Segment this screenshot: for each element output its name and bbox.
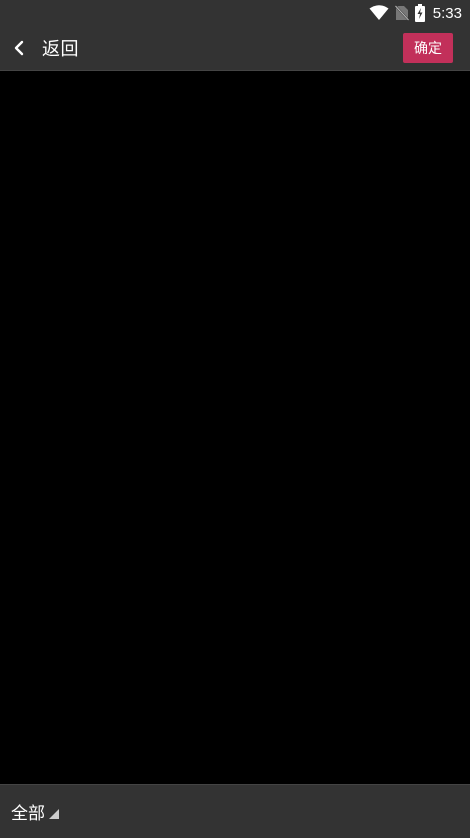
chevron-left-icon [10, 39, 28, 57]
status-time: 5:33 [432, 4, 462, 22]
battery-charging-icon [414, 4, 425, 22]
bottom-bar: 全部 [0, 784, 470, 838]
wifi-icon [369, 5, 389, 21]
app-bar: 返回 确定 [0, 26, 470, 71]
media-preview-area [0, 71, 470, 784]
confirm-button[interactable]: 确定 [403, 33, 453, 63]
back-button[interactable]: 返回 [10, 26, 79, 70]
album-filter-label: 全部 [11, 804, 45, 824]
back-label: 返回 [42, 39, 79, 60]
status-bar: 5:33 [0, 0, 470, 26]
album-filter-dropdown[interactable]: 全部 [11, 785, 59, 838]
dropdown-triangle-icon [49, 808, 59, 819]
no-sim-icon [394, 5, 409, 21]
status-icons: 5:33 [369, 0, 462, 26]
